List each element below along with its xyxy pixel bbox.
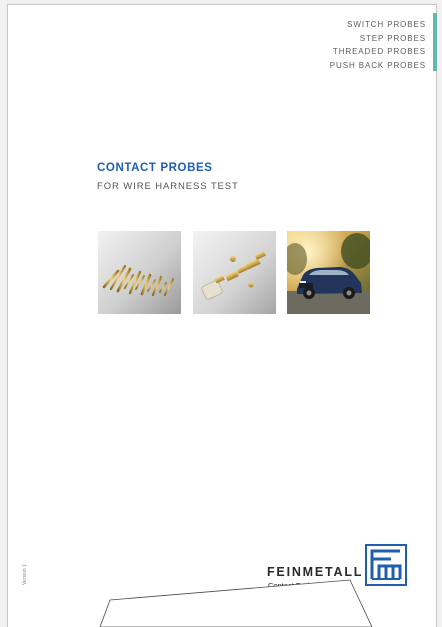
document-viewer: SWITCH PROBES STEP PROBES THREADED PROBE… xyxy=(0,0,442,627)
logo-wordmark: FEINMETALL xyxy=(267,565,364,579)
brochure-page: SWITCH PROBES STEP PROBES THREADED PROBE… xyxy=(7,4,437,627)
probe-components-photo xyxy=(193,231,276,314)
page-title: CONTACT PROBES xyxy=(97,162,213,174)
page-subtitle: FOR WIRE HARNESS TEST xyxy=(97,181,239,192)
nav-item-threaded-probes[interactable]: THREADED PROBES xyxy=(330,45,426,59)
product-nav-list: SWITCH PROBES STEP PROBES THREADED PROBE… xyxy=(330,18,426,72)
accent-bar xyxy=(433,13,437,71)
nav-item-switch-probes[interactable]: SWITCH PROBES xyxy=(330,18,426,32)
version-label: Version 1 xyxy=(22,564,28,585)
logo-tagline: Contact Technologies xyxy=(268,581,340,590)
feinmetall-logo-icon xyxy=(365,544,407,586)
contact-probes-photo xyxy=(98,231,181,314)
nav-item-push-back-probes[interactable]: PUSH BACK PROBES xyxy=(330,59,426,73)
nav-item-step-probes[interactable]: STEP PROBES xyxy=(330,32,426,46)
car-photo xyxy=(287,231,370,314)
